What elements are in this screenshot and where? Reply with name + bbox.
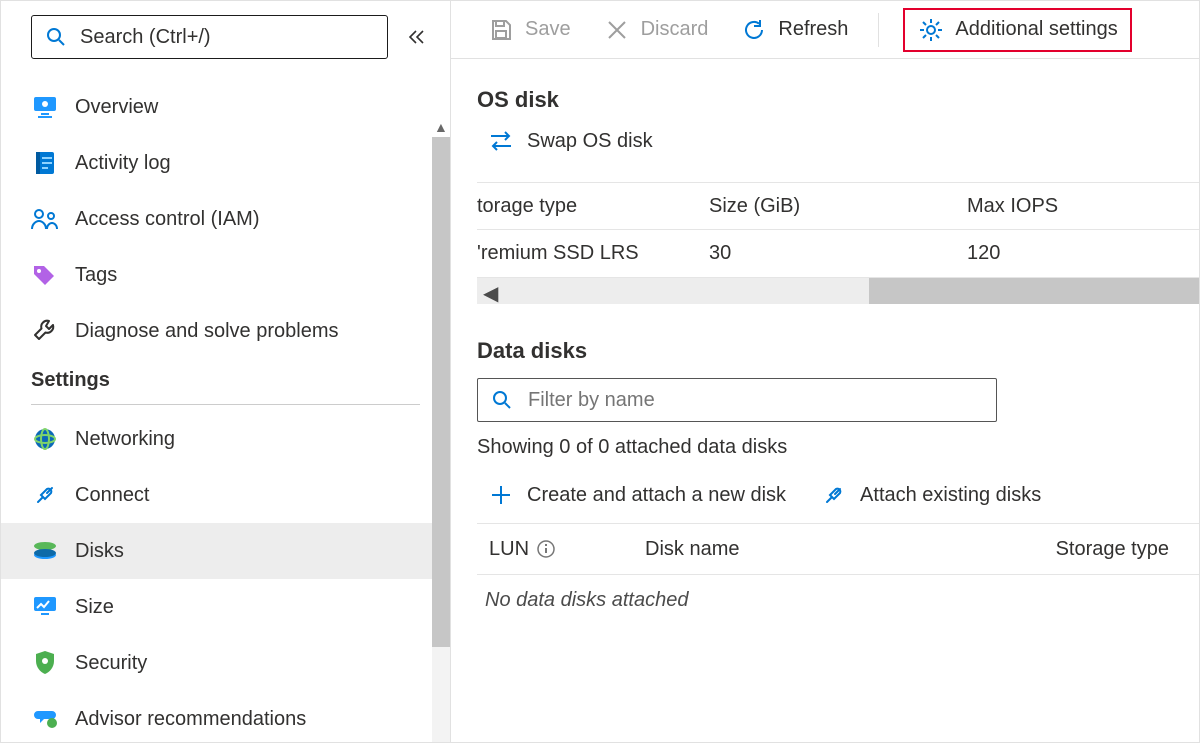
log-icon bbox=[31, 149, 59, 177]
search-input[interactable] bbox=[78, 25, 377, 50]
main-panel: Save Discard Refresh Additional settings bbox=[451, 1, 1199, 742]
tags-icon bbox=[31, 261, 59, 289]
sidebar-item-access-control[interactable]: Access control (IAM) bbox=[1, 191, 450, 247]
filter-box[interactable] bbox=[477, 378, 997, 422]
discard-button[interactable]: Discard bbox=[597, 10, 715, 50]
plug-icon bbox=[31, 481, 59, 509]
sidebar-item-label: Diagnose and solve problems bbox=[75, 320, 339, 343]
attach-existing-disks-label: Attach existing disks bbox=[860, 484, 1041, 507]
advisor-icon bbox=[31, 705, 59, 733]
refresh-label: Refresh bbox=[778, 18, 848, 41]
sidebar-item-diagnose[interactable]: Diagnose and solve problems bbox=[1, 303, 450, 359]
search-row bbox=[1, 1, 450, 73]
globe-icon bbox=[31, 425, 59, 453]
sidebar-item-networking[interactable]: Networking bbox=[1, 411, 450, 467]
sidebar-item-label: Size bbox=[75, 596, 114, 619]
data-disk-actions: Create and attach a new disk Attach exis… bbox=[487, 481, 1199, 509]
plus-icon bbox=[487, 481, 515, 509]
additional-settings-label: Additional settings bbox=[955, 18, 1117, 41]
sidebar-item-label: Access control (IAM) bbox=[75, 208, 259, 231]
col-disk-name: Disk name bbox=[645, 538, 739, 561]
os-disk-hscrollbar[interactable]: ◀ bbox=[477, 278, 1199, 304]
create-attach-disk-label: Create and attach a new disk bbox=[527, 484, 786, 507]
shield-icon bbox=[31, 649, 59, 677]
app-root: Overview Activity log Access control (IA… bbox=[0, 0, 1200, 743]
gear-icon bbox=[917, 16, 945, 44]
sidebar-item-connect[interactable]: Connect bbox=[1, 467, 450, 523]
save-button[interactable]: Save bbox=[481, 10, 577, 50]
close-icon bbox=[603, 16, 631, 44]
swap-os-disk-label: Swap OS disk bbox=[527, 130, 653, 153]
save-label: Save bbox=[525, 18, 571, 41]
info-icon[interactable] bbox=[537, 540, 555, 558]
sidebar-item-label: Advisor recommendations bbox=[75, 708, 306, 731]
filter-search-icon bbox=[488, 386, 516, 414]
additional-settings-button[interactable]: Additional settings bbox=[903, 8, 1131, 52]
os-disk-table: torage type Size (GiB) Max IOPS 'remium … bbox=[477, 182, 1199, 278]
sidebar-nav: Overview Activity log Access control (IA… bbox=[1, 73, 450, 742]
col-max-iops: Max IOPS bbox=[967, 195, 1167, 218]
sidebar-group-settings: Settings bbox=[1, 359, 450, 398]
sidebar-item-size[interactable]: Size bbox=[1, 579, 450, 635]
sidebar-item-overview[interactable]: Overview bbox=[1, 79, 450, 135]
filter-input[interactable] bbox=[526, 388, 986, 413]
col-lun-label: LUN bbox=[489, 538, 529, 561]
disks-icon bbox=[31, 537, 59, 565]
os-disk-heading: OS disk bbox=[477, 87, 1199, 113]
monitor-icon bbox=[31, 93, 59, 121]
cell-storage-type: 'remium SSD LRS bbox=[477, 242, 709, 265]
sidebar-scroll: Overview Activity log Access control (IA… bbox=[1, 73, 450, 742]
cell-max-iops: 120 bbox=[967, 242, 1167, 265]
hscroll-thumb[interactable] bbox=[869, 278, 1199, 304]
swap-os-disk-button[interactable]: Swap OS disk bbox=[487, 127, 653, 155]
sidebar-item-label: Security bbox=[75, 652, 147, 675]
attach-plug-icon bbox=[820, 481, 848, 509]
sidebar-item-label: Overview bbox=[75, 96, 158, 119]
scroll-left-arrow-icon: ◀ bbox=[483, 281, 498, 306]
os-disk-data-row[interactable]: 'remium SSD LRS 30 120 bbox=[477, 230, 1199, 278]
people-icon bbox=[31, 205, 59, 233]
data-disks-status: Showing 0 of 0 attached data disks bbox=[477, 436, 1199, 459]
col-size: Size (GiB) bbox=[709, 195, 967, 218]
col-storage-type2: Storage type bbox=[1056, 538, 1169, 561]
refresh-icon bbox=[740, 16, 768, 44]
sidebar-item-advisor[interactable]: Advisor recommendations bbox=[1, 691, 450, 742]
toolbar: Save Discard Refresh Additional settings bbox=[451, 1, 1199, 59]
sidebar-item-label: Connect bbox=[75, 484, 150, 507]
sidebar-scrollbar[interactable]: ▲ bbox=[432, 137, 450, 742]
sidebar-item-label: Activity log bbox=[75, 152, 171, 175]
col-lun: LUN bbox=[489, 538, 555, 561]
sidebar-item-label: Disks bbox=[75, 540, 124, 563]
refresh-button[interactable]: Refresh bbox=[734, 10, 854, 50]
sidebar: Overview Activity log Access control (IA… bbox=[1, 1, 451, 742]
os-disk-header-row: torage type Size (GiB) Max IOPS bbox=[477, 182, 1199, 230]
scroll-up-arrow-icon: ▲ bbox=[434, 119, 448, 135]
search-box[interactable] bbox=[31, 15, 388, 59]
size-icon bbox=[31, 593, 59, 621]
swap-icon bbox=[487, 127, 515, 155]
data-disks-header-row: LUN Disk name Storage type bbox=[477, 523, 1199, 575]
wrench-icon bbox=[31, 317, 59, 345]
sidebar-item-activity-log[interactable]: Activity log bbox=[1, 135, 450, 191]
data-disks-heading: Data disks bbox=[477, 338, 1199, 364]
sidebar-item-label: Tags bbox=[75, 264, 117, 287]
save-icon bbox=[487, 16, 515, 44]
content-area: OS disk Swap OS disk torage type Size (G… bbox=[451, 59, 1199, 742]
sidebar-item-label: Networking bbox=[75, 428, 175, 451]
scrollbar-thumb[interactable] bbox=[432, 137, 450, 647]
sidebar-item-disks[interactable]: Disks bbox=[1, 523, 450, 579]
col-storage-type: torage type bbox=[477, 195, 709, 218]
attach-existing-disks-button[interactable]: Attach existing disks bbox=[820, 481, 1041, 509]
search-icon bbox=[42, 23, 70, 51]
sidebar-item-security[interactable]: Security bbox=[1, 635, 450, 691]
discard-label: Discard bbox=[641, 18, 709, 41]
no-data-disks-message: No data disks attached bbox=[485, 589, 1199, 612]
collapse-sidebar-button[interactable] bbox=[402, 22, 432, 52]
cell-size: 30 bbox=[709, 242, 967, 265]
create-attach-disk-button[interactable]: Create and attach a new disk bbox=[487, 481, 786, 509]
sidebar-item-tags[interactable]: Tags bbox=[1, 247, 450, 303]
